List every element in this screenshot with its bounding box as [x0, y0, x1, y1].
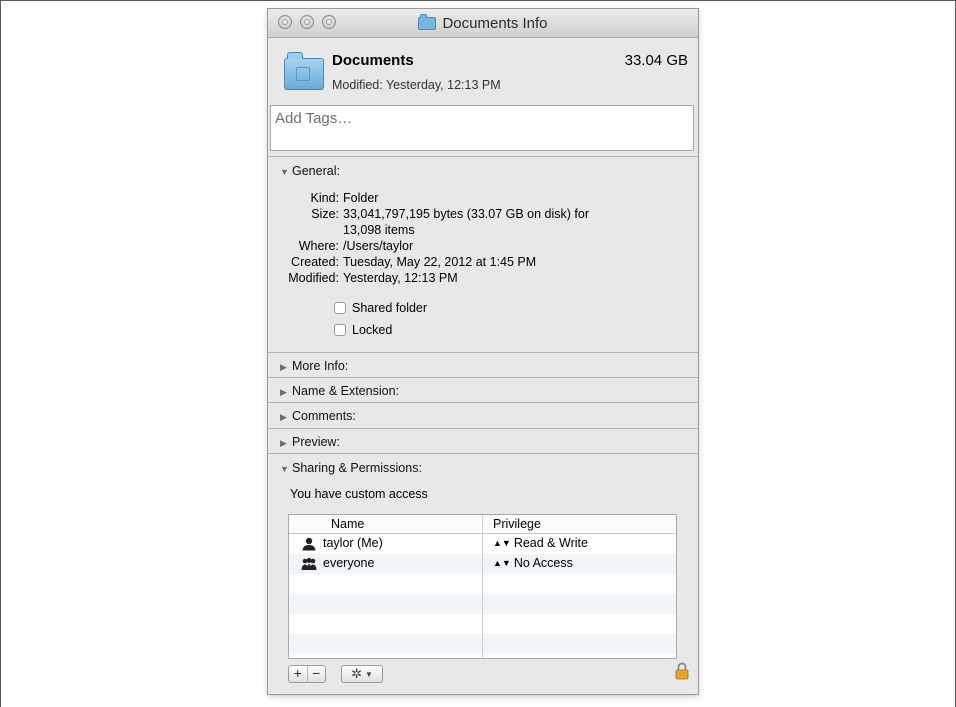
group-users-icon	[301, 558, 317, 570]
add-tags-input[interactable]	[275, 110, 675, 127]
disclosure-open-icon: ▼	[280, 464, 289, 474]
divider	[268, 156, 698, 157]
divider	[268, 428, 698, 429]
user-name: taylor (Me)	[323, 536, 383, 550]
up-down-arrows-icon: ▲▼	[493, 538, 511, 548]
locked-option[interactable]: Locked	[334, 323, 392, 337]
divider	[268, 352, 698, 353]
section-general-toggle[interactable]: ▼ General:	[280, 164, 340, 178]
dropdown-arrow-icon: ▼	[364, 669, 373, 679]
kind-label: Kind:	[310, 191, 340, 205]
shared-folder-option[interactable]: Shared folder	[334, 301, 427, 315]
section-more-info-toggle[interactable]: ▶ More Info:	[280, 359, 348, 373]
screenshot-border-top	[0, 0, 956, 1]
section-general-label: General:	[292, 164, 340, 178]
disclosure-closed-icon: ▶	[280, 412, 287, 422]
add-remove-group: + −	[288, 665, 326, 683]
privilege-popup[interactable]: ▲▼ Read & Write	[493, 536, 588, 550]
permissions-table: Name Privilege taylor (Me) ▲▼ Read & Writ…	[288, 514, 677, 659]
where-label: Where:	[298, 239, 339, 253]
section-comments-toggle[interactable]: ▶ Comments:	[280, 409, 356, 423]
created-label: Created:	[291, 255, 339, 269]
locked-checkbox[interactable]	[334, 324, 346, 336]
privilege-value: No Access	[513, 556, 573, 570]
disclosure-open-icon: ▼	[280, 167, 289, 177]
user-name: everyone	[323, 556, 375, 570]
lock-icon[interactable]	[674, 662, 690, 680]
shared-folder-label: Shared folder	[352, 301, 428, 315]
tags-field-container	[270, 105, 694, 151]
column-header-name[interactable]: Name	[331, 517, 364, 531]
section-more-info-label: More Info:	[292, 359, 349, 373]
shared-folder-checkbox[interactable]	[334, 302, 346, 314]
single-user-icon	[302, 537, 316, 551]
window-title-group: Documents Info	[268, 9, 698, 37]
section-sharing-toggle[interactable]: ▼ Sharing & Permissions:	[280, 461, 422, 475]
column-header-privilege[interactable]: Privilege	[493, 517, 541, 531]
item-name: Documents	[332, 52, 414, 69]
divider	[268, 402, 698, 403]
screenshot-border-left	[0, 0, 1, 707]
privilege-value: Read & Write	[513, 536, 588, 550]
up-down-arrows-icon: ▲▼	[493, 558, 511, 568]
item-size: 33.04 GB	[624, 52, 688, 69]
size-value-items: 13,098 items	[343, 223, 415, 237]
disclosure-closed-icon: ▶	[280, 362, 287, 372]
section-sharing-label: Sharing & Permissions:	[292, 461, 422, 475]
section-comments-label: Comments:	[292, 409, 356, 423]
folder-icon	[418, 13, 437, 30]
size-value: 33,041,797,195 bytes (33.07 GB on disk) …	[343, 207, 589, 221]
section-name-extension-toggle[interactable]: ▶ Name & Extension:	[280, 384, 399, 398]
gear-icon: ✲	[351, 666, 362, 681]
disclosure-closed-icon: ▶	[280, 387, 287, 397]
section-name-extension-label: Name & Extension:	[292, 384, 399, 398]
divider	[268, 377, 698, 378]
disclosure-closed-icon: ▶	[280, 438, 287, 448]
documents-folder-icon	[284, 52, 324, 90]
modified-value: Yesterday, 12:13 PM	[343, 271, 458, 285]
title-bar[interactable]: Documents Info	[268, 9, 698, 38]
section-preview-toggle[interactable]: ▶ Preview:	[280, 435, 340, 449]
section-preview-label: Preview:	[292, 435, 340, 449]
modified-label: Modified:	[288, 271, 339, 285]
info-window: Documents Info Documents 33.04 GB Modifi…	[268, 9, 698, 694]
locked-label: Locked	[352, 323, 393, 337]
remove-user-button[interactable]: −	[308, 666, 326, 682]
access-status-text: You have custom access	[290, 487, 428, 501]
add-user-button[interactable]: +	[289, 666, 308, 682]
window-title: Documents Info	[442, 14, 548, 32]
action-menu-button[interactable]: ✲ ▼	[341, 665, 383, 683]
privilege-popup[interactable]: ▲▼ No Access	[493, 556, 573, 570]
kind-value: Folder	[343, 191, 379, 205]
item-header: Documents 33.04 GB Modified: Yesterday, …	[268, 38, 698, 100]
size-label: Size:	[311, 207, 339, 221]
item-modified: Modified: Yesterday, 12:13 PM	[332, 78, 501, 92]
where-value: /Users/taylor	[343, 239, 414, 253]
divider	[268, 453, 698, 454]
created-value: Tuesday, May 22, 2012 at 1:45 PM	[343, 255, 537, 269]
column-divider	[482, 515, 483, 658]
